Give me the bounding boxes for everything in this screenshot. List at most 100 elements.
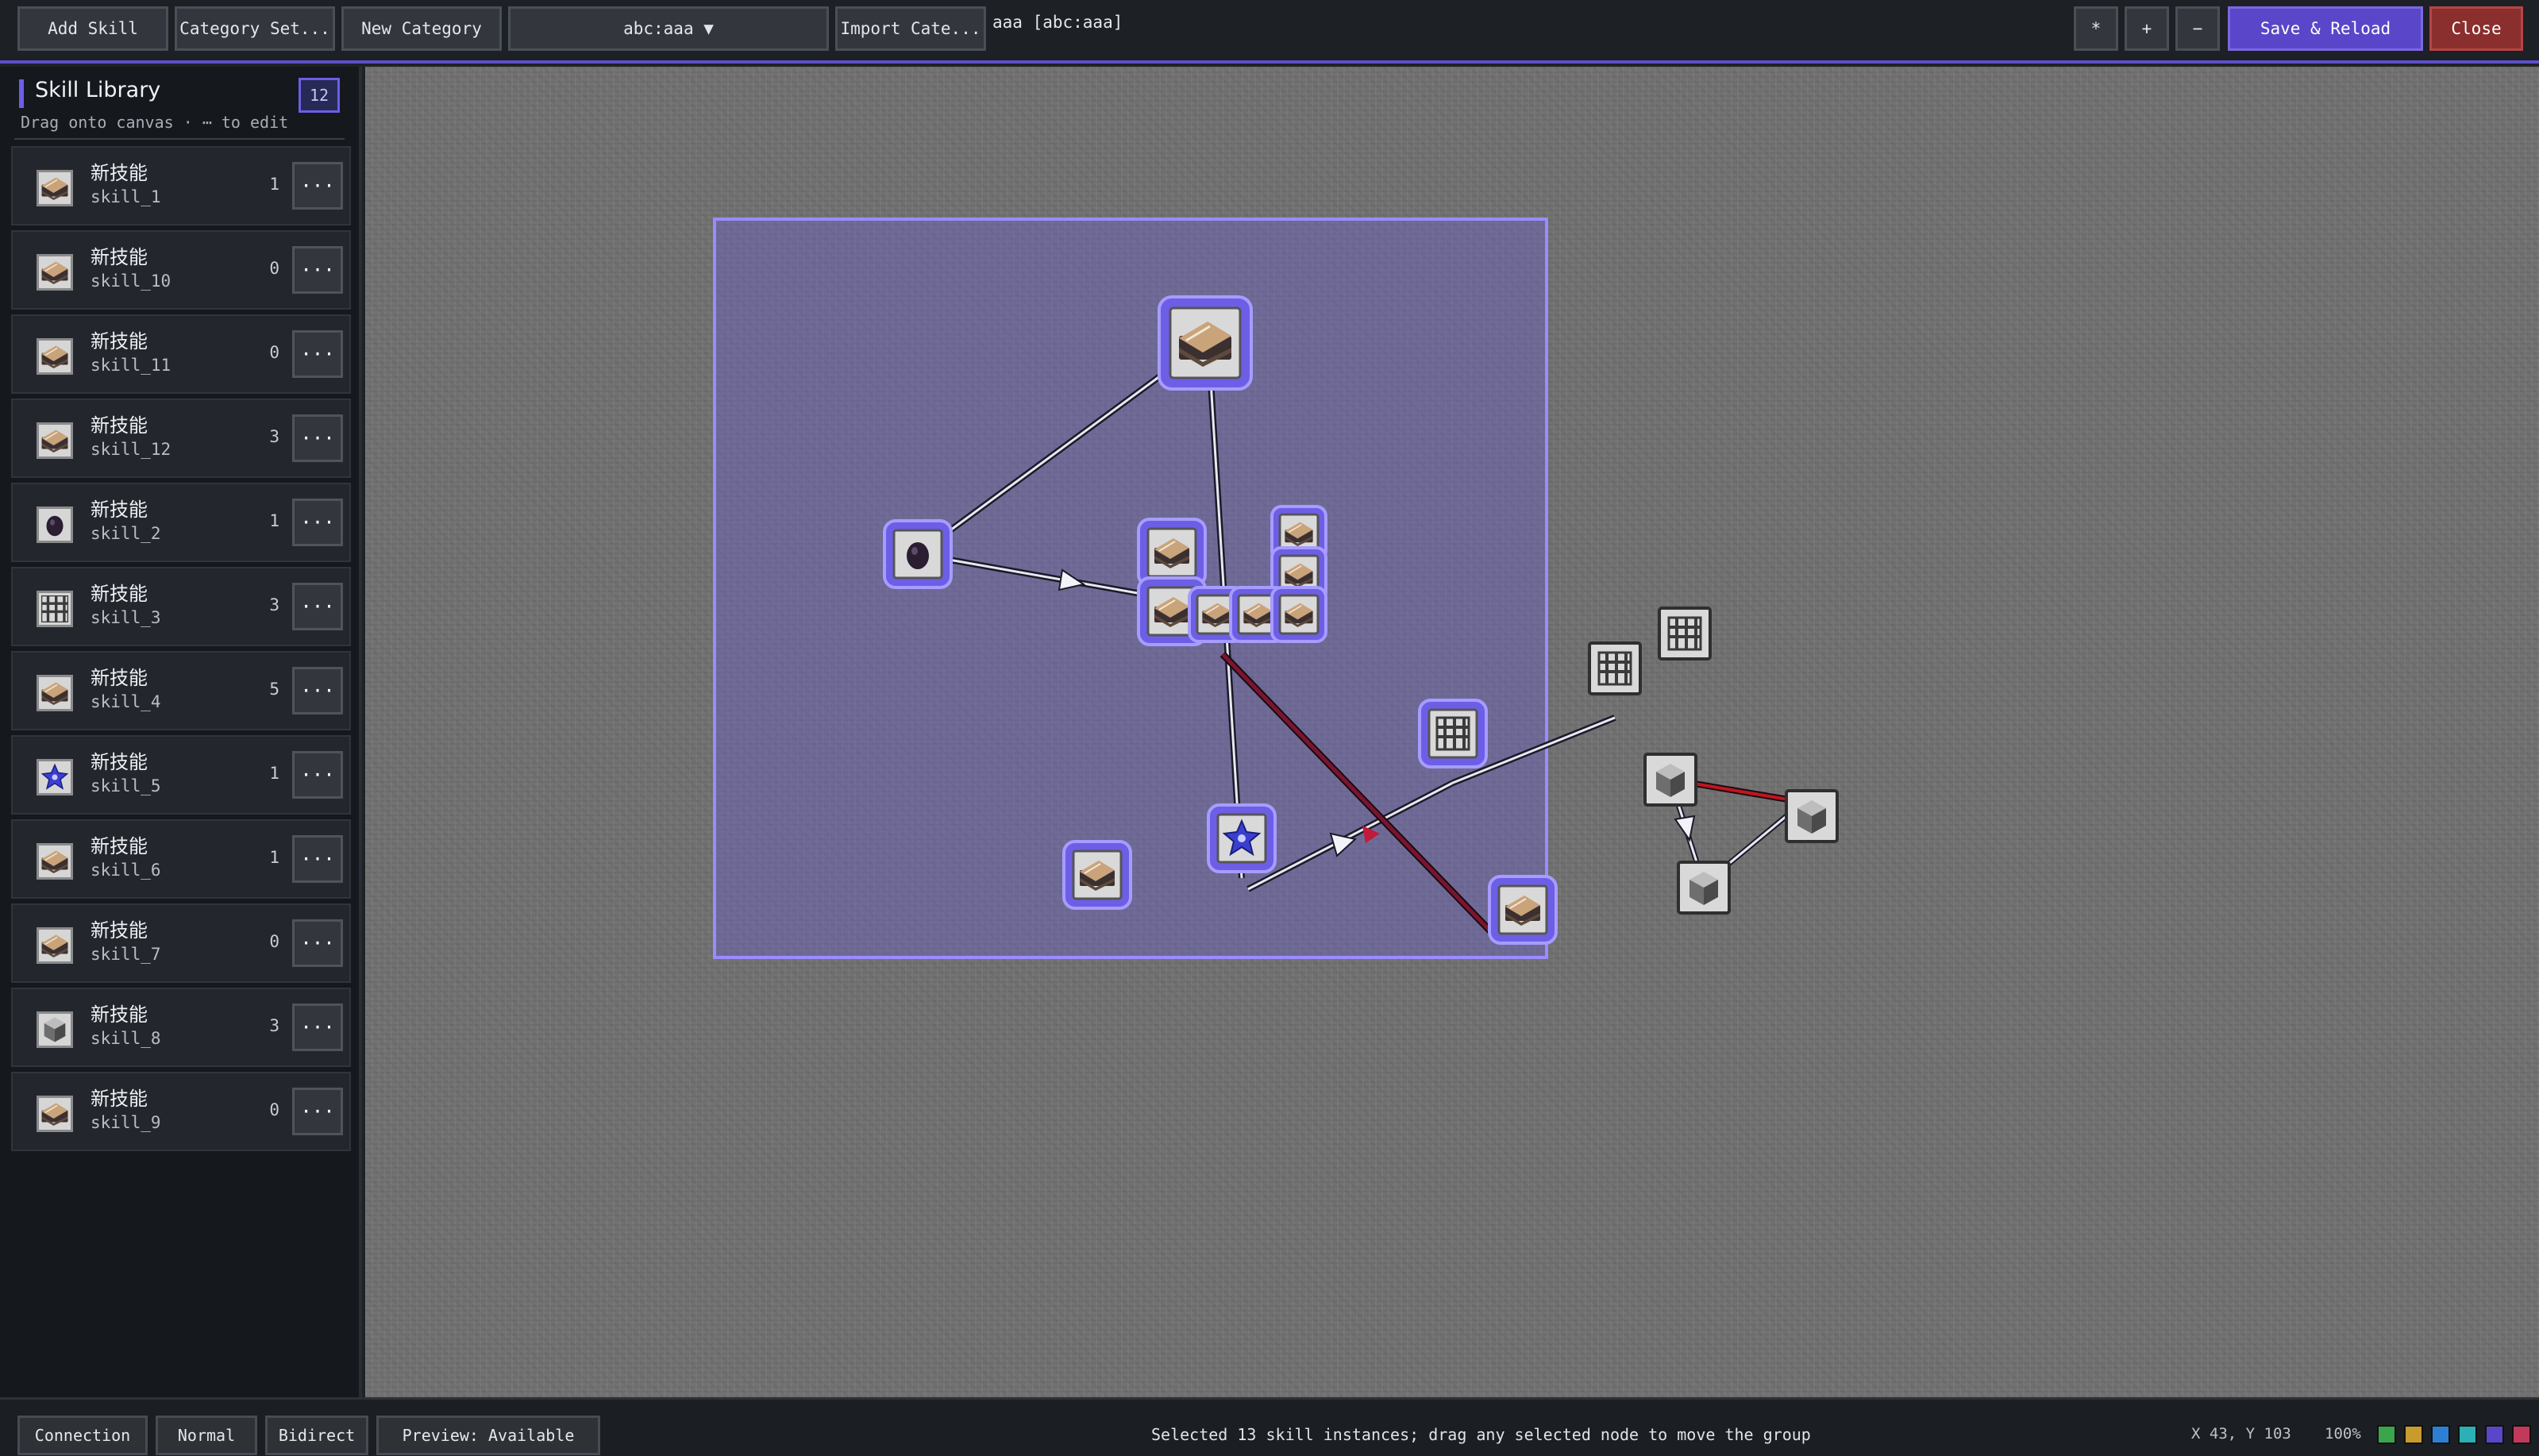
more-options-button[interactable]: ···	[292, 330, 343, 378]
cube-icon	[37, 1011, 73, 1048]
skill-list-item[interactable]: 新技能 skill_6 1 ···	[11, 819, 351, 899]
skill-node-book[interactable]	[1488, 875, 1558, 945]
skill-node-book[interactable]	[1137, 518, 1207, 587]
skill-node-grid[interactable]	[1588, 641, 1642, 695]
new-category-button[interactable]: New Category	[341, 6, 502, 51]
skill-tree-canvas[interactable]	[365, 67, 2539, 1397]
status-bar: Connection Normal Bidirect Preview: Avai…	[0, 1397, 2539, 1456]
skill-name: 新技能	[91, 162, 148, 184]
more-options-button[interactable]: ···	[292, 499, 343, 546]
canvas-graph	[713, 218, 1839, 959]
skill-instance-count: 3	[269, 595, 279, 614]
normal-mode-button[interactable]: Normal	[156, 1416, 257, 1455]
skill-id: skill_12	[91, 440, 171, 459]
book-icon	[37, 927, 73, 964]
skill-name: 新技能	[91, 1003, 148, 1026]
more-options-button[interactable]: ···	[292, 162, 343, 210]
skill-list-item[interactable]: 新技能 skill_1 1 ···	[11, 146, 351, 225]
skill-list-item[interactable]: 新技能 skill_7 0 ···	[11, 903, 351, 983]
skill-instance-count: 0	[269, 343, 279, 362]
more-options-button[interactable]: ···	[292, 583, 343, 630]
color-swatch[interactable]	[2431, 1425, 2450, 1444]
book-icon	[37, 1096, 73, 1132]
skill-instance-count: 0	[269, 259, 279, 278]
color-swatch[interactable]	[2377, 1425, 2396, 1444]
import-category-button[interactable]: Import Cate...	[835, 6, 986, 51]
skill-id: skill_8	[91, 1029, 161, 1048]
status-message: Selected 13 skill instances; drag any se…	[1151, 1425, 1811, 1444]
skill-id: skill_6	[91, 861, 161, 880]
category-dropdown[interactable]: abc:aaa ▼	[508, 6, 829, 51]
preview-toggle-button[interactable]: Preview: Available	[376, 1416, 600, 1455]
add-skill-button[interactable]: Add Skill	[17, 6, 168, 51]
book-icon	[37, 422, 73, 459]
book-icon	[37, 338, 73, 375]
skill-id: skill_3	[91, 608, 161, 627]
skill-list-item[interactable]: 新技能 skill_5 1 ···	[11, 735, 351, 815]
skill-name: 新技能	[91, 919, 148, 942]
skill-list-item[interactable]: 新技能 skill_9 0 ···	[11, 1072, 351, 1151]
skill-instance-count: 3	[269, 1016, 279, 1035]
category-settings-button[interactable]: Category Set...	[175, 6, 335, 51]
more-options-button[interactable]: ···	[292, 667, 343, 715]
skill-node-cube[interactable]	[1643, 753, 1697, 807]
skill-count-badge: 12	[299, 78, 340, 113]
skill-id: skill_2	[91, 524, 161, 543]
skill-list-item[interactable]: 新技能 skill_12 3 ···	[11, 399, 351, 478]
book-icon	[37, 170, 73, 206]
orb-icon	[37, 507, 73, 543]
skill-node-cube[interactable]	[1677, 861, 1731, 915]
grid-icon	[37, 591, 73, 627]
library-hint: Drag onto canvas · ⋯ to edit	[21, 113, 289, 132]
connection-mode-button[interactable]: Connection	[17, 1416, 148, 1455]
current-category-label: aaa [abc:aaa]	[992, 13, 1123, 32]
save-reload-button[interactable]: Save & Reload	[2228, 6, 2423, 51]
skill-instance-count: 1	[269, 764, 279, 783]
skill-id: skill_4	[91, 692, 161, 711]
zoom-out-button[interactable]: −	[2175, 6, 2220, 51]
skill-node-orb[interactable]	[883, 519, 953, 589]
zoom-in-button[interactable]: +	[2125, 6, 2169, 51]
bidirect-mode-button[interactable]: Bidirect	[265, 1416, 368, 1455]
star-icon	[37, 759, 73, 795]
skill-name: 新技能	[91, 583, 148, 605]
skill-node-book[interactable]	[1270, 586, 1327, 643]
top-toolbar: Add Skill Category Set... New Category a…	[0, 0, 2539, 64]
cursor-coordinates: X 43, Y 103	[2191, 1425, 2291, 1443]
skill-node-book[interactable]	[1062, 840, 1132, 910]
skill-node-star[interactable]	[1207, 803, 1277, 873]
more-options-button[interactable]: ···	[292, 919, 343, 967]
color-swatch[interactable]	[2485, 1425, 2504, 1444]
skill-list-item[interactable]: 新技能 skill_11 0 ···	[11, 314, 351, 394]
more-options-button[interactable]: ···	[292, 246, 343, 294]
skill-name: 新技能	[91, 414, 148, 437]
skill-instance-count: 0	[269, 932, 279, 951]
skill-node-grid[interactable]	[1658, 607, 1712, 661]
color-swatch[interactable]	[2458, 1425, 2477, 1444]
color-swatch[interactable]	[2512, 1425, 2531, 1444]
more-options-button[interactable]: ···	[292, 1088, 343, 1135]
skill-name: 新技能	[91, 1088, 148, 1110]
skill-list-item[interactable]: 新技能 skill_4 5 ···	[11, 651, 351, 730]
skill-instance-count: 0	[269, 1100, 279, 1119]
color-swatch[interactable]	[2404, 1425, 2423, 1444]
skill-name: 新技能	[91, 751, 148, 773]
book-icon	[37, 843, 73, 880]
skill-list-item[interactable]: 新技能 skill_8 3 ···	[11, 988, 351, 1067]
skill-name: 新技能	[91, 330, 148, 352]
more-options-button[interactable]: ···	[292, 835, 343, 883]
skill-node-grid[interactable]	[1418, 699, 1488, 768]
skill-node-large[interactable]	[1158, 295, 1253, 391]
more-options-button[interactable]: ···	[292, 751, 343, 799]
skill-name: 新技能	[91, 499, 148, 521]
skill-id: skill_9	[91, 1113, 161, 1132]
skill-list-item[interactable]: 新技能 skill_2 1 ···	[11, 483, 351, 562]
skill-node-cube[interactable]	[1785, 789, 1839, 843]
close-button[interactable]: Close	[2429, 6, 2523, 51]
more-options-button[interactable]: ···	[292, 414, 343, 462]
skill-list-item[interactable]: 新技能 skill_10 0 ···	[11, 230, 351, 310]
more-options-button[interactable]: ···	[292, 1003, 343, 1051]
star-button[interactable]: *	[2074, 6, 2118, 51]
skill-id: skill_11	[91, 356, 171, 375]
skill-list-item[interactable]: 新技能 skill_3 3 ···	[11, 567, 351, 646]
